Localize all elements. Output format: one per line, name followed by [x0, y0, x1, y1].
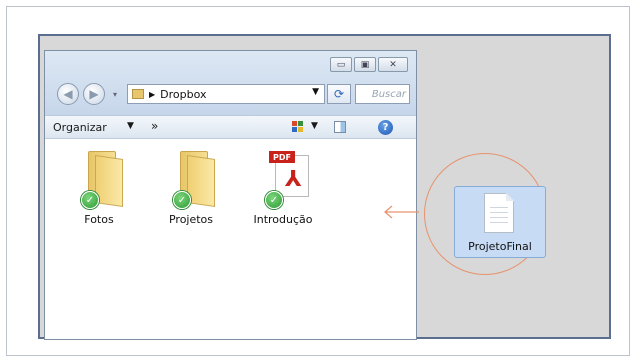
refresh-button[interactable]: ⟳ — [327, 84, 351, 104]
sync-check-icon: ✓ — [265, 191, 283, 209]
organize-button[interactable]: Organizar — [53, 121, 107, 134]
toolbar: Organizar ▼ » ▼ ? — [45, 115, 416, 139]
file-list: ✓ Fotos ✓ Projetos PDF ⅄ ✓ Introdução — [45, 139, 416, 339]
file-label: Fotos — [84, 213, 114, 226]
forward-button[interactable]: ▶ — [83, 83, 105, 105]
close-button[interactable]: ✕ — [378, 57, 408, 72]
acrobat-icon: ⅄ — [285, 167, 302, 192]
file-label: Projetos — [168, 213, 214, 226]
back-button[interactable]: ◀ — [57, 83, 79, 105]
file-item-projetos[interactable]: ✓ Projetos — [155, 151, 227, 226]
pdf-badge: PDF — [269, 151, 295, 163]
address-dropdown-icon[interactable]: ▼ — [312, 87, 319, 97]
maximize-button[interactable]: ▣ — [354, 57, 376, 72]
explorer-window: ▭ ▣ ✕ ◀ ▶ ▾ ▶ Dropbox ▼ ⟳ Buscar Organiz… — [44, 50, 417, 340]
folder-icon: ✓ — [71, 151, 127, 211]
folder-icon: ✓ — [163, 151, 219, 211]
window-chrome: ▭ ▣ ✕ ◀ ▶ ▾ ▶ Dropbox ▼ ⟳ Buscar — [45, 51, 416, 115]
back-arrow-icon: ◀ — [63, 87, 73, 101]
recent-pages-dropdown[interactable]: ▾ — [113, 90, 117, 99]
forward-arrow-icon: ▶ — [89, 87, 99, 101]
folder-icon — [132, 89, 144, 99]
file-item-introducao[interactable]: PDF ⅄ ✓ Introdução — [247, 151, 319, 226]
refresh-icon: ⟳ — [333, 87, 345, 101]
preview-pane-icon[interactable] — [334, 121, 346, 133]
address-location: Dropbox — [160, 87, 207, 101]
view-dropdown-icon[interactable]: ▼ — [311, 121, 318, 131]
sync-check-icon: ✓ — [81, 191, 99, 209]
breadcrumb-arrow-icon[interactable]: ▶ — [149, 90, 155, 99]
window-controls: ▭ ▣ ✕ — [330, 57, 408, 72]
file-label: Introdução — [253, 213, 313, 226]
navigation-row: ◀ ▶ ▾ ▶ Dropbox ▼ ⟳ Buscar — [57, 82, 410, 106]
help-icon[interactable]: ? — [378, 120, 393, 135]
search-input[interactable]: Buscar — [355, 84, 410, 104]
change-view-icon[interactable] — [292, 121, 304, 133]
organize-dropdown-icon[interactable]: ▼ — [127, 121, 134, 131]
arrow-left-icon — [384, 205, 419, 219]
address-bar[interactable]: ▶ Dropbox ▼ — [127, 84, 325, 104]
dragged-file-label: ProjetoFinal — [468, 240, 532, 253]
more-commands-button[interactable]: » — [151, 119, 158, 133]
file-item-fotos[interactable]: ✓ Fotos — [63, 151, 135, 226]
document-icon — [484, 193, 514, 233]
minimize-button[interactable]: ▭ — [330, 57, 352, 72]
pdf-icon: PDF ⅄ ✓ — [255, 151, 311, 211]
sync-check-icon: ✓ — [173, 191, 191, 209]
